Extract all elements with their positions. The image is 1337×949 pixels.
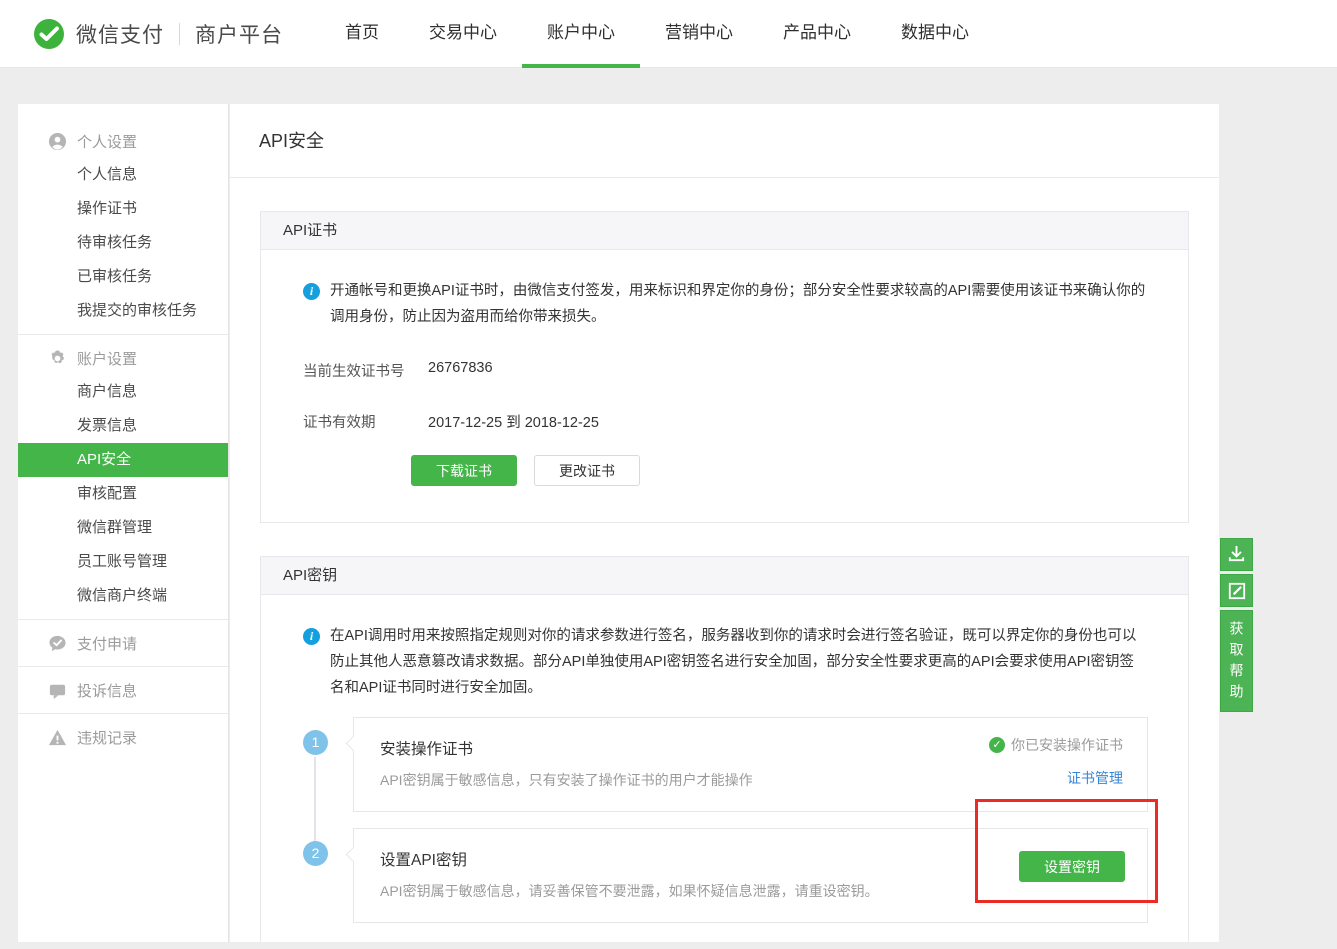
sidebar-item-api-security[interactable]: API安全 xyxy=(18,443,228,477)
sidebar-item-operation-cert[interactable]: 操作证书 xyxy=(18,192,228,226)
brand-divider xyxy=(179,23,180,45)
sidebar-section-account-settings[interactable]: 账户设置 xyxy=(18,341,228,375)
sidebar-item-reviewed[interactable]: 已审核任务 xyxy=(18,260,228,294)
warning-icon xyxy=(48,728,67,747)
floating-toolbar: 获取帮助 xyxy=(1220,538,1254,712)
sidebar-item-personal-info[interactable]: 个人信息 xyxy=(18,158,228,192)
nav-item-product-center[interactable]: 产品中心 xyxy=(758,0,876,68)
sidebar-item-merchant-info[interactable]: 商户信息 xyxy=(18,375,228,409)
download-icon xyxy=(1227,545,1246,564)
certificate-info-text: 开通帐号和更换API证书时，由微信支付签发，用来标识和界定你的身份；部分安全性要… xyxy=(330,278,1148,330)
change-certificate-button[interactable]: 更改证书 xyxy=(534,455,640,486)
nav-item-data-center[interactable]: 数据中心 xyxy=(876,0,994,68)
certificate-info-note: i 开通帐号和更换API证书时，由微信支付签发，用来标识和界定你的身份；部分安全… xyxy=(303,278,1148,330)
info-icon: i xyxy=(303,283,320,300)
sidebar-divider xyxy=(18,713,228,720)
sidebar-item-pending-review[interactable]: 待审核任务 xyxy=(18,226,228,260)
get-help-button[interactable]: 获取帮助 xyxy=(1220,610,1253,712)
brand-product-name: 微信支付 xyxy=(76,19,164,49)
api-certificate-panel: API证书 i 开通帐号和更换API证书时，由微信支付签发，用来标识和界定你的身… xyxy=(260,211,1189,523)
sidebar-section-personal-settings[interactable]: 个人设置 xyxy=(18,124,228,158)
sidebar-item-review-config[interactable]: 审核配置 xyxy=(18,477,228,511)
sidebar-section-label: 投诉信息 xyxy=(77,680,137,701)
nav-item-account-center[interactable]: 账户中心 xyxy=(522,0,640,68)
download-certificate-button[interactable]: 下载证书 xyxy=(411,455,517,486)
user-icon xyxy=(48,132,67,151)
chat-icon xyxy=(48,681,67,700)
sidebar: 个人设置 个人信息 操作证书 待审核任务 已审核任务 我提交的审核任务 账户设置… xyxy=(18,104,229,942)
certificate-number-row: 当前生效证书号 26767836 xyxy=(303,360,1148,381)
step-number-badge: 2 xyxy=(303,841,328,866)
sidebar-item-wechat-group[interactable]: 微信群管理 xyxy=(18,511,228,545)
nav-item-marketing-center[interactable]: 营销中心 xyxy=(640,0,758,68)
info-icon: i xyxy=(303,628,320,645)
api-key-info-text: 在API调用时用来按照指定规则对你的请求参数进行签名，服务器收到你的请求时会进行… xyxy=(330,623,1148,701)
brand: 微信支付 商户平台 xyxy=(34,0,283,68)
certificate-management-link[interactable]: 证书管理 xyxy=(1067,768,1123,788)
nav-item-transaction-center[interactable]: 交易中心 xyxy=(404,0,522,68)
brand-site-name: 商户平台 xyxy=(195,19,283,49)
page-title: API安全 xyxy=(230,104,1219,178)
sidebar-item-invoice-info[interactable]: 发票信息 xyxy=(18,409,228,443)
sidebar-divider xyxy=(18,334,228,341)
api-key-panel-title: API密钥 xyxy=(261,557,1188,595)
step-install-certificate: 1 安装操作证书 API密钥属于敏感信息，只有安装了操作证书的用户才能操作 ✓ … xyxy=(303,717,1148,812)
step-install-certificate-card: 安装操作证书 API密钥属于敏感信息，只有安装了操作证书的用户才能操作 ✓ 你已… xyxy=(353,717,1148,812)
download-tool-button[interactable] xyxy=(1220,538,1253,571)
gear-icon xyxy=(48,349,67,368)
certificate-installed-status: ✓ 你已安装操作证书 xyxy=(989,735,1123,755)
sidebar-section-payment-application[interactable]: 支付申请 xyxy=(18,626,228,660)
check-circle-icon: ✓ xyxy=(989,737,1005,753)
certificate-validity-value: 2017-12-25 到 2018-12-25 xyxy=(428,411,599,432)
sidebar-divider xyxy=(18,619,228,626)
top-header: 微信支付 商户平台 首页 交易中心 账户中心 营销中心 产品中心 数据中心 xyxy=(0,0,1337,68)
chat-check-icon xyxy=(48,634,67,653)
annotation-highlight-box xyxy=(975,799,1158,903)
sidebar-section-violation-records[interactable]: 违规记录 xyxy=(18,720,228,754)
sidebar-section-label: 违规记录 xyxy=(77,727,137,748)
nav-item-home[interactable]: 首页 xyxy=(320,0,404,68)
certificate-validity-row: 证书有效期 2017-12-25 到 2018-12-25 xyxy=(303,411,1148,432)
top-nav: 首页 交易中心 账户中心 营销中心 产品中心 数据中心 xyxy=(320,0,994,68)
status-text: 你已安装操作证书 xyxy=(1011,735,1123,755)
certificate-number-label: 当前生效证书号 xyxy=(303,360,428,381)
sidebar-item-staff-account[interactable]: 员工账号管理 xyxy=(18,545,228,579)
sidebar-section-label: 账户设置 xyxy=(77,348,137,369)
certificate-validity-label: 证书有效期 xyxy=(303,411,428,432)
sidebar-divider xyxy=(18,666,228,673)
feedback-tool-button[interactable] xyxy=(1220,574,1253,607)
sidebar-section-label: 个人设置 xyxy=(77,131,137,152)
sidebar-item-merchant-terminal[interactable]: 微信商户终端 xyxy=(18,579,228,613)
step-number-badge: 1 xyxy=(303,730,328,755)
wechat-pay-logo-icon xyxy=(34,19,64,49)
edit-icon xyxy=(1228,582,1246,600)
sidebar-section-complaint-info[interactable]: 投诉信息 xyxy=(18,673,228,707)
sidebar-section-label: 支付申请 xyxy=(77,633,137,654)
sidebar-item-my-submitted-review[interactable]: 我提交的审核任务 xyxy=(18,294,228,328)
api-certificate-panel-title: API证书 xyxy=(261,212,1188,250)
certificate-number-value: 26767836 xyxy=(428,360,493,381)
api-key-info-note: i 在API调用时用来按照指定规则对你的请求参数进行签名，服务器收到你的请求时会… xyxy=(303,623,1148,701)
